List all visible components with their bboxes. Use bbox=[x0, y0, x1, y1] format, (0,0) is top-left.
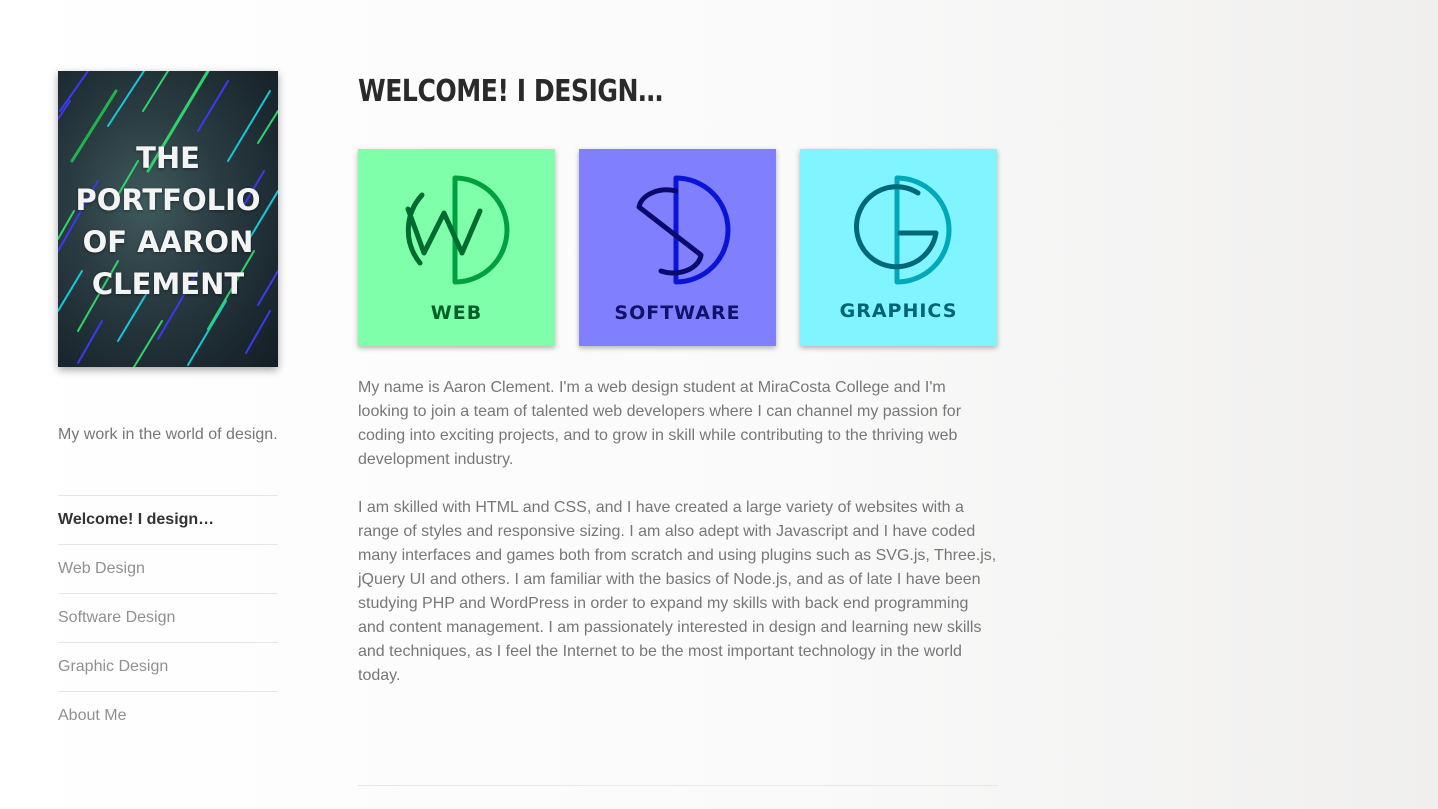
graphic-design-card[interactable]: GRAPHICS bbox=[800, 149, 997, 346]
design-category-cards: WEB SOFTWARE GRAPHICS bbox=[358, 149, 998, 346]
main-content: WELCOME! I DESIGN… WEB SOFTWARE GRAPHICS bbox=[358, 71, 998, 712]
nav-item-web-design[interactable]: Web Design bbox=[58, 545, 278, 594]
intro-text: My name is Aaron Clement. I'm a web desi… bbox=[358, 376, 998, 688]
web-card-label: WEB bbox=[430, 302, 483, 324]
nav-item-software-design[interactable]: Software Design bbox=[58, 594, 278, 643]
intro-paragraph: I am skilled with HTML and CSS, and I ha… bbox=[358, 499, 997, 684]
web-design-card[interactable]: WEB bbox=[358, 149, 555, 346]
graphics-card-label: GRAPHICS bbox=[839, 300, 958, 322]
main-navigation: Welcome! I design… Web Design Software D… bbox=[58, 495, 278, 740]
logo-title: THE PORTFOLIO OF AARON CLEMENT bbox=[58, 137, 278, 305]
site-tagline: My work in the world of design. bbox=[58, 426, 278, 443]
page-heading: WELCOME! I DESIGN… bbox=[358, 74, 663, 109]
site-logo[interactable]: THE PORTFOLIO OF AARON CLEMENT bbox=[58, 71, 278, 367]
software-design-card[interactable]: SOFTWARE bbox=[579, 149, 776, 346]
sidebar: THE PORTFOLIO OF AARON CLEMENT My work i… bbox=[58, 71, 278, 740]
logo-line: PORTFOLIO bbox=[75, 183, 261, 217]
nav-item-about-me[interactable]: About Me bbox=[58, 692, 278, 740]
logo-line: OF AARON bbox=[82, 225, 254, 259]
nav-item-welcome[interactable]: Welcome! I design… bbox=[58, 496, 278, 545]
nav-item-graphic-design[interactable]: Graphic Design bbox=[58, 643, 278, 692]
logo-line: CLEMENT bbox=[91, 267, 245, 301]
logo-line: THE bbox=[136, 141, 200, 175]
intro-paragraph: My name is Aaron Clement. I'm a web desi… bbox=[358, 379, 962, 468]
software-card-label: SOFTWARE bbox=[614, 302, 741, 324]
content-divider bbox=[358, 785, 998, 786]
